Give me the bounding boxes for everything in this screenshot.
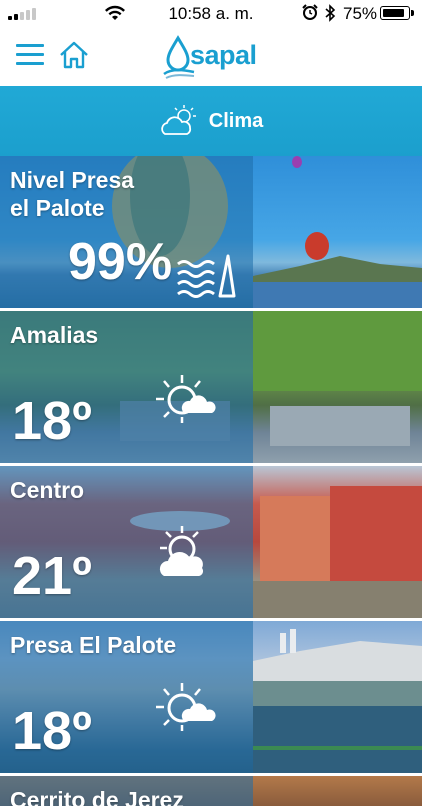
brand-name: sapal — [190, 40, 257, 70]
sapal-logo: sapal — [160, 34, 270, 80]
alarm-icon — [302, 4, 318, 20]
bluetooth-icon — [325, 4, 336, 22]
weather-card[interactable]: Cerrito de Jerez — [0, 776, 422, 806]
section-header-clima: Clima — [0, 86, 422, 156]
weather-card[interactable]: Amalias 18º — [0, 311, 422, 466]
app-header: sapal — [0, 28, 422, 86]
card-value: 21º — [12, 546, 92, 606]
weather-card[interactable]: Nivel Presa el Palote 99% — [0, 156, 422, 311]
weather-card[interactable]: Presa El Palote 18º — [0, 621, 422, 776]
card-value: 99% — [68, 233, 173, 291]
weather-card[interactable]: Centro 21º — [0, 466, 422, 621]
status-bar: 10:58 a. m. 75% — [0, 0, 422, 28]
partly-cloudy-icon — [161, 105, 196, 135]
hamburger-menu-icon[interactable] — [16, 44, 44, 66]
battery-fill — [383, 9, 404, 17]
weather-card-list: Nivel Presa el Palote 99% Amalias 18º Ce… — [0, 156, 422, 806]
partly-sunny-icon — [156, 683, 216, 731]
card-value: 18º — [12, 391, 92, 451]
home-icon[interactable] — [58, 40, 90, 70]
card-title: Amalias — [10, 322, 99, 348]
sun-behind-cloud-icon — [159, 526, 204, 576]
card-value: 18º — [12, 701, 92, 761]
section-title: Clima — [208, 109, 264, 132]
card-title: Presa El Palote — [10, 632, 177, 658]
water-level-icon — [177, 254, 236, 298]
card-title: Centro — [10, 477, 85, 503]
card-title: Nivel Presa el Palote — [10, 167, 135, 221]
battery-percent: 75% — [343, 4, 378, 23]
card-title: Cerrito de Jerez — [10, 787, 184, 806]
partly-sunny-icon — [156, 375, 216, 423]
battery-icon — [380, 6, 414, 20]
